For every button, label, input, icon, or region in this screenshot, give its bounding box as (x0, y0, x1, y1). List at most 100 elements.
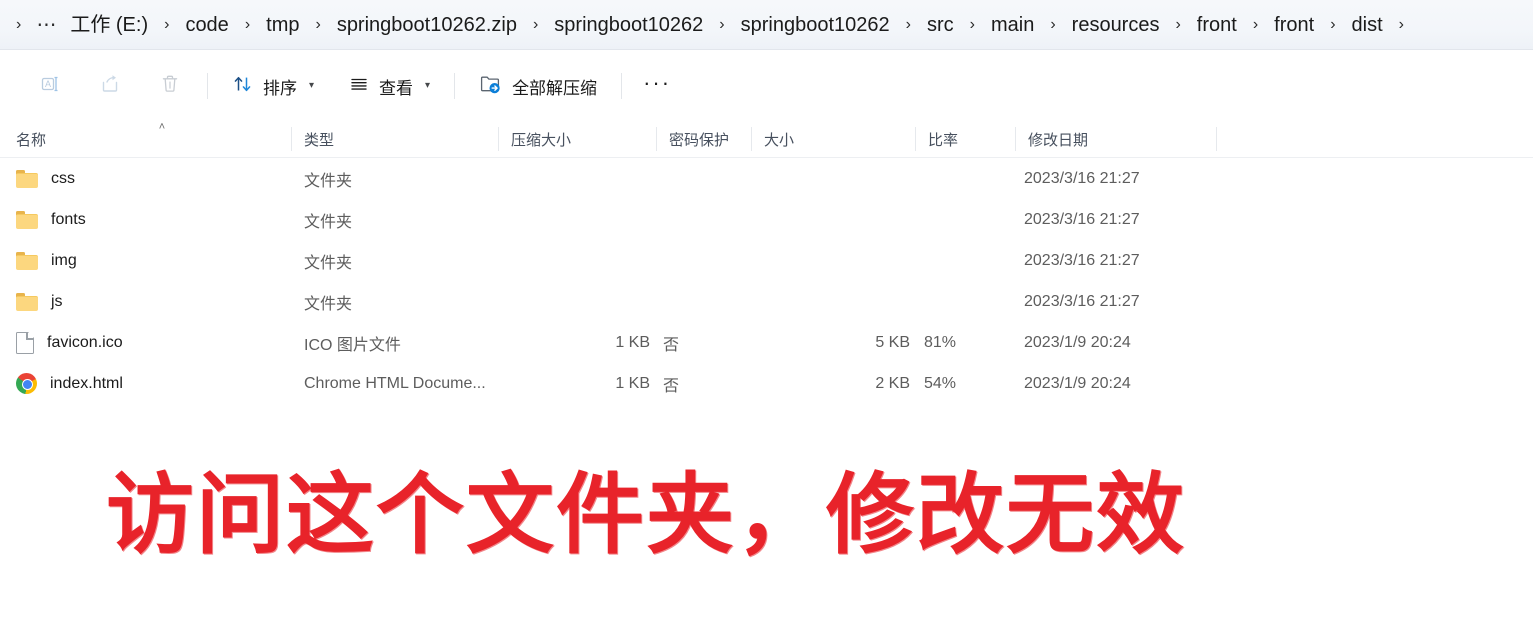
column-divider[interactable] (291, 127, 292, 151)
breadcrumb-separator-icon: › (164, 15, 170, 33)
table-row[interactable]: js 文件夹 2023/3/16 21:27 (0, 281, 1533, 322)
breadcrumb-separator-icon: › (1175, 15, 1181, 33)
file-icon (16, 331, 34, 354)
column-divider[interactable] (656, 127, 657, 151)
breadcrumb-item-zip[interactable]: springboot10262.zip (330, 10, 524, 40)
rename-icon: A (39, 73, 61, 100)
column-header-size[interactable]: 大小 (751, 121, 915, 157)
view-button[interactable]: 查看 ▾ (337, 66, 441, 106)
breadcrumb-item-front-outer[interactable]: front (1190, 10, 1244, 40)
view-icon (348, 73, 370, 100)
breadcrumb-separator-icon: › (905, 15, 911, 33)
column-divider[interactable] (1015, 127, 1016, 151)
breadcrumb-separator-icon: › (719, 15, 725, 33)
file-packed-size-cell (530, 158, 650, 199)
file-date-cell: 2023/3/16 21:27 (1024, 169, 1140, 187)
column-header-date-modified[interactable]: 修改日期 (1015, 121, 1216, 157)
share-button[interactable] (86, 66, 134, 106)
file-type-cell: 文件夹 (304, 295, 353, 313)
column-header-end (1216, 121, 1217, 157)
address-bar[interactable]: ) › ⋯ 工作 (E:) › code › tmp › springboot1… (0, 0, 1533, 50)
column-header-name[interactable]: 名称 (16, 121, 305, 157)
file-ratio-cell: 54% (924, 374, 957, 392)
file-type-cell: 文件夹 (304, 213, 353, 231)
breadcrumb-item-springboot-inner[interactable]: springboot10262 (734, 10, 897, 40)
folder-icon (16, 169, 38, 188)
table-row[interactable]: img 文件夹 2023/3/16 21:27 (0, 240, 1533, 281)
breadcrumb-separator-icon: › (1330, 15, 1336, 33)
file-packed-size-cell (530, 281, 650, 322)
column-divider[interactable] (915, 127, 916, 151)
folder-icon (16, 210, 38, 229)
breadcrumb-clipped-root[interactable]: ) (0, 10, 7, 40)
share-icon (99, 73, 121, 100)
breadcrumb-separator-icon: › (315, 15, 321, 33)
file-name-label: js (51, 292, 63, 310)
breadcrumb-item-src[interactable]: src (920, 10, 961, 40)
toolbar-divider (621, 73, 623, 99)
chevron-down-icon: ▾ (309, 80, 315, 91)
annotation-overlay-text: 访问这个文件夹，修改无效 (106, 463, 1187, 566)
file-list: css 文件夹 2023/3/16 21:27 fonts 文件夹 2023/3… (0, 158, 1533, 404)
view-label: 查看 (379, 78, 414, 98)
table-row[interactable]: favicon.ico ICO 图片文件 1 KB 否 5 KB 81% 202… (0, 322, 1533, 363)
table-row[interactable]: css 文件夹 2023/3/16 21:27 (0, 158, 1533, 199)
column-divider[interactable] (1216, 127, 1217, 151)
file-date-cell: 2023/3/16 21:27 (1024, 210, 1140, 228)
file-size-cell (790, 199, 910, 240)
file-size-cell: 2 KB (875, 374, 910, 392)
more-options-button[interactable]: ··· (635, 66, 679, 106)
delete-button[interactable] (146, 66, 194, 106)
file-packed-size-cell: 1 KB (615, 374, 650, 392)
breadcrumb-item-resources[interactable]: resources (1065, 10, 1167, 40)
svg-text:A: A (45, 79, 51, 89)
file-size-cell (790, 240, 910, 281)
breadcrumb-item-drive[interactable]: 工作 (E:) (63, 10, 155, 40)
column-divider[interactable] (751, 127, 752, 151)
chrome-icon (16, 373, 37, 394)
extract-all-label: 全部解压缩 (512, 78, 598, 98)
breadcrumb-separator-icon: › (244, 15, 251, 33)
breadcrumb-item-code[interactable]: code (178, 10, 235, 40)
file-password-cell: 否 (663, 377, 680, 395)
file-type-cell: ICO 图片文件 (304, 336, 401, 354)
column-header-type[interactable]: 类型 (291, 121, 498, 157)
toolbar-divider (454, 73, 456, 99)
breadcrumb-separator-icon: › (1050, 15, 1056, 33)
column-header-password-protected[interactable]: 密码保护 (656, 121, 751, 157)
table-row[interactable]: fonts 文件夹 2023/3/16 21:27 (0, 199, 1533, 240)
breadcrumb-item-front-inner[interactable]: front (1267, 10, 1321, 40)
sort-icon (232, 73, 254, 100)
file-name-label: img (51, 251, 77, 269)
file-size-cell (790, 158, 910, 199)
breadcrumb-overflow-icon[interactable]: ⋯ (30, 15, 63, 35)
file-name-cell[interactable]: js (16, 281, 286, 322)
extract-all-button[interactable]: 全部解压缩 (468, 66, 608, 106)
sort-label: 排序 (263, 78, 297, 98)
column-header-ratio[interactable]: 比率 (915, 121, 1015, 157)
column-divider[interactable] (498, 127, 499, 151)
file-packed-size-cell (530, 199, 650, 240)
chevron-down-icon: ▾ (425, 80, 431, 91)
sort-button[interactable]: 排序 ▾ (221, 66, 325, 106)
column-header-row: ˄ 名称 类型 压缩大小 密码保护 大小 比率 修改日期 (0, 121, 1533, 158)
breadcrumb-item-springboot-outer[interactable]: springboot10262 (547, 10, 710, 40)
file-name-cell[interactable]: img (16, 240, 286, 281)
breadcrumb-item-tmp[interactable]: tmp (259, 10, 306, 40)
breadcrumb-item-dist[interactable]: dist (1345, 10, 1390, 40)
ellipsis-icon: ··· (643, 70, 672, 95)
file-name-cell[interactable]: index.html (16, 363, 286, 404)
file-packed-size-cell (530, 240, 650, 281)
file-name-cell[interactable]: favicon.ico (16, 322, 286, 363)
extract-all-icon (479, 73, 503, 100)
file-type-cell: 文件夹 (304, 254, 353, 272)
column-header-packed-size[interactable]: 压缩大小 (498, 121, 656, 157)
rename-button[interactable]: A (26, 66, 74, 106)
breadcrumb-separator-icon: › (532, 15, 539, 33)
table-row[interactable]: index.html Chrome HTML Docume... 1 KB 否 … (0, 363, 1533, 404)
breadcrumb-item-main[interactable]: main (984, 10, 1041, 40)
file-name-cell[interactable]: css (16, 158, 286, 199)
breadcrumb-separator-icon: › (16, 15, 22, 33)
file-name-cell[interactable]: fonts (16, 199, 286, 240)
file-date-cell: 2023/1/9 20:24 (1024, 374, 1131, 392)
